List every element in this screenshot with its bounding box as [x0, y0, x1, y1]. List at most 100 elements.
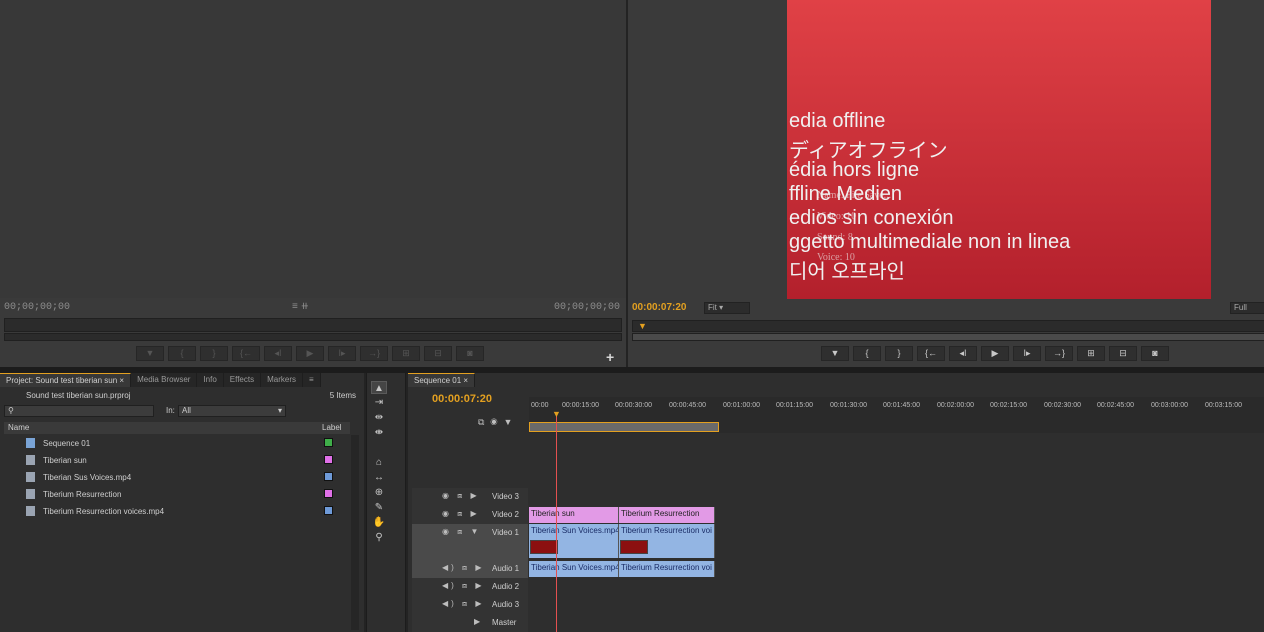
tab-media-browser[interactable]: Media Browser: [131, 373, 198, 387]
ripple-edit-tool-icon[interactable]: ⇹: [371, 411, 387, 424]
slide-tool-icon[interactable]: ⊕: [371, 486, 387, 499]
button-editor-plus-icon[interactable]: +: [606, 349, 614, 365]
clip-tiberium-resurrection[interactable]: Tiberium Resurrection: [619, 507, 715, 523]
label-swatch[interactable]: [324, 472, 333, 481]
clip-tiberian-sun[interactable]: Tiberian sun: [529, 507, 619, 523]
source-video-area[interactable]: [0, 0, 626, 298]
razor-tool-icon[interactable]: ⌂: [371, 456, 387, 469]
project-item[interactable]: Sequence 01: [4, 435, 350, 452]
export-frame-button[interactable]: ◙: [456, 346, 484, 361]
play-button[interactable]: ▶: [981, 346, 1009, 361]
add-marker-button[interactable]: ▼: [821, 346, 849, 361]
source-timecode-in[interactable]: 00;00;00;00: [4, 302, 70, 313]
project-panel: Project: Sound test tiberian sun × Media…: [0, 373, 364, 632]
playhead-icon[interactable]: ▼: [552, 409, 561, 419]
step-back-button[interactable]: ◂I: [949, 346, 977, 361]
label-swatch[interactable]: [324, 438, 333, 447]
eye-icon[interactable]: ◉ ⧈ ▶: [442, 509, 480, 519]
speaker-icon[interactable]: ◀) ⧈ ▶: [442, 581, 485, 591]
mark-out-button[interactable]: }: [885, 346, 913, 361]
add-marker-button[interactable]: ▼: [136, 346, 164, 361]
column-label[interactable]: Label: [322, 423, 342, 432]
program-zoom-bar[interactable]: [632, 333, 1264, 341]
track-header[interactable]: ◉ ⧈ ▶ Video 3: [412, 488, 528, 506]
track-select-tool-icon[interactable]: ⇥: [371, 396, 387, 409]
track-header[interactable]: ◀) ⧈ ▶ Audio 1: [412, 560, 528, 578]
extract-button[interactable]: ⊟: [1109, 346, 1137, 361]
project-search-input[interactable]: ⚲: [4, 405, 154, 417]
go-to-in-button[interactable]: {←: [232, 346, 260, 361]
play-button[interactable]: ▶: [296, 346, 324, 361]
snap-icon[interactable]: ⧉◉▼: [478, 417, 518, 428]
project-item[interactable]: Tiberium Resurrection voices.mp4: [4, 503, 350, 520]
eye-icon[interactable]: ◉ ⧈ ▼: [442, 527, 481, 537]
go-to-out-button[interactable]: →}: [1045, 346, 1073, 361]
insert-button[interactable]: ⊞: [392, 346, 420, 361]
expand-icon[interactable]: ▶: [474, 617, 483, 626]
speaker-icon[interactable]: ◀) ⧈ ▶: [442, 599, 485, 609]
track-header[interactable]: ▶ Master: [412, 614, 528, 632]
project-item[interactable]: Tiberium Resurrection: [4, 486, 350, 503]
source-drag-icons[interactable]: ≡ ⧺: [292, 301, 309, 312]
resolution-select[interactable]: Full: [1230, 302, 1264, 314]
project-item[interactable]: Tiberian sun: [4, 452, 350, 469]
track-header[interactable]: ◉ ⧈ ▶ Video 2: [412, 506, 528, 524]
speaker-icon[interactable]: ◀) ⧈ ▶: [442, 563, 485, 573]
zoom-tool-icon[interactable]: ⚲: [371, 531, 387, 544]
hand-tool-icon[interactable]: ✋: [371, 516, 387, 529]
ruler-tick: 00:02:30:00: [1044, 402, 1081, 409]
mark-out-button[interactable]: }: [200, 346, 228, 361]
tab-sequence-01[interactable]: Sequence 01 ×: [408, 373, 476, 387]
slip-tool-icon[interactable]: ↔: [371, 471, 387, 484]
program-timecode[interactable]: 00:00:07:20: [632, 302, 686, 313]
tab-effects[interactable]: Effects: [223, 373, 262, 387]
ruler-tick: 00:00:30:00: [615, 402, 652, 409]
column-name[interactable]: Name: [8, 423, 29, 432]
work-area-bar[interactable]: [529, 422, 719, 432]
in-filter-value: All: [182, 406, 191, 415]
mark-in-button[interactable]: {: [168, 346, 196, 361]
track-name: Master: [492, 618, 517, 627]
source-time-ruler[interactable]: [4, 318, 622, 332]
pen-tool-icon[interactable]: ✎: [371, 501, 387, 514]
step-back-button[interactable]: ◂I: [264, 346, 292, 361]
tab-markers[interactable]: Markers: [261, 373, 303, 387]
track-name: Video 1: [492, 528, 519, 537]
label-swatch[interactable]: [324, 506, 333, 515]
project-item[interactable]: Tiberian Sus Voices.mp4: [4, 469, 350, 486]
go-to-in-button[interactable]: {←: [917, 346, 945, 361]
track-header[interactable]: ◀) ⧈ ▶ Audio 3: [412, 596, 528, 614]
panel-menu-icon[interactable]: ≡: [302, 373, 321, 387]
program-playhead-icon[interactable]: ▼: [638, 321, 647, 331]
step-forward-button[interactable]: I▸: [1013, 346, 1041, 361]
step-forward-button[interactable]: I▸: [328, 346, 356, 361]
source-zoom-bar[interactable]: [4, 333, 622, 341]
label-swatch[interactable]: [324, 455, 333, 464]
timeline-timecode[interactable]: 00:00:07:20: [432, 393, 492, 405]
overwrite-button[interactable]: ⊟: [424, 346, 452, 361]
zoom-select[interactable]: Fit ▾: [704, 302, 750, 314]
clip-tiberian-sun-voices-audio[interactable]: Tiberian Sun Voices.mp4: [529, 561, 619, 577]
mark-in-button[interactable]: {: [853, 346, 881, 361]
selection-tool-icon[interactable]: ▲: [371, 381, 387, 394]
track-name: Audio 2: [492, 582, 520, 591]
playhead-line[interactable]: [556, 413, 557, 632]
track-header[interactable]: ◉ ⧈ ▼ Video 1: [412, 524, 528, 560]
offline-text-line: edios sin conexión: [789, 207, 954, 229]
tab-project[interactable]: Project: Sound test tiberian sun ×: [0, 373, 132, 387]
program-video-frame[interactable]: edia offline ディアオフライン édia hors ligne ff…: [787, 0, 1211, 299]
go-to-out-button[interactable]: →}: [360, 346, 388, 361]
clip-tiberium-resurrection-voices-audio[interactable]: Tiberium Resurrection voi: [619, 561, 715, 577]
label-swatch[interactable]: [324, 489, 333, 498]
program-time-ruler[interactable]: [632, 320, 1264, 332]
rolling-edit-tool-icon[interactable]: ⇼: [371, 426, 387, 439]
eye-icon[interactable]: ◉ ⧈ ▶: [442, 491, 480, 501]
lift-button[interactable]: ⊞: [1077, 346, 1105, 361]
track-header[interactable]: ◀) ⧈ ▶ Audio 2: [412, 578, 528, 596]
track-video-1: ◉ ⧈ ▼ Video 1 Tiberian Sun Voices.mp4 Ti…: [408, 524, 1264, 560]
tab-info[interactable]: Info: [197, 373, 224, 387]
in-filter-select[interactable]: All ▾: [178, 405, 286, 417]
project-scrollbar[interactable]: [351, 435, 359, 630]
zoom-value: Fit: [708, 303, 717, 312]
export-frame-button[interactable]: ◙: [1141, 346, 1169, 361]
